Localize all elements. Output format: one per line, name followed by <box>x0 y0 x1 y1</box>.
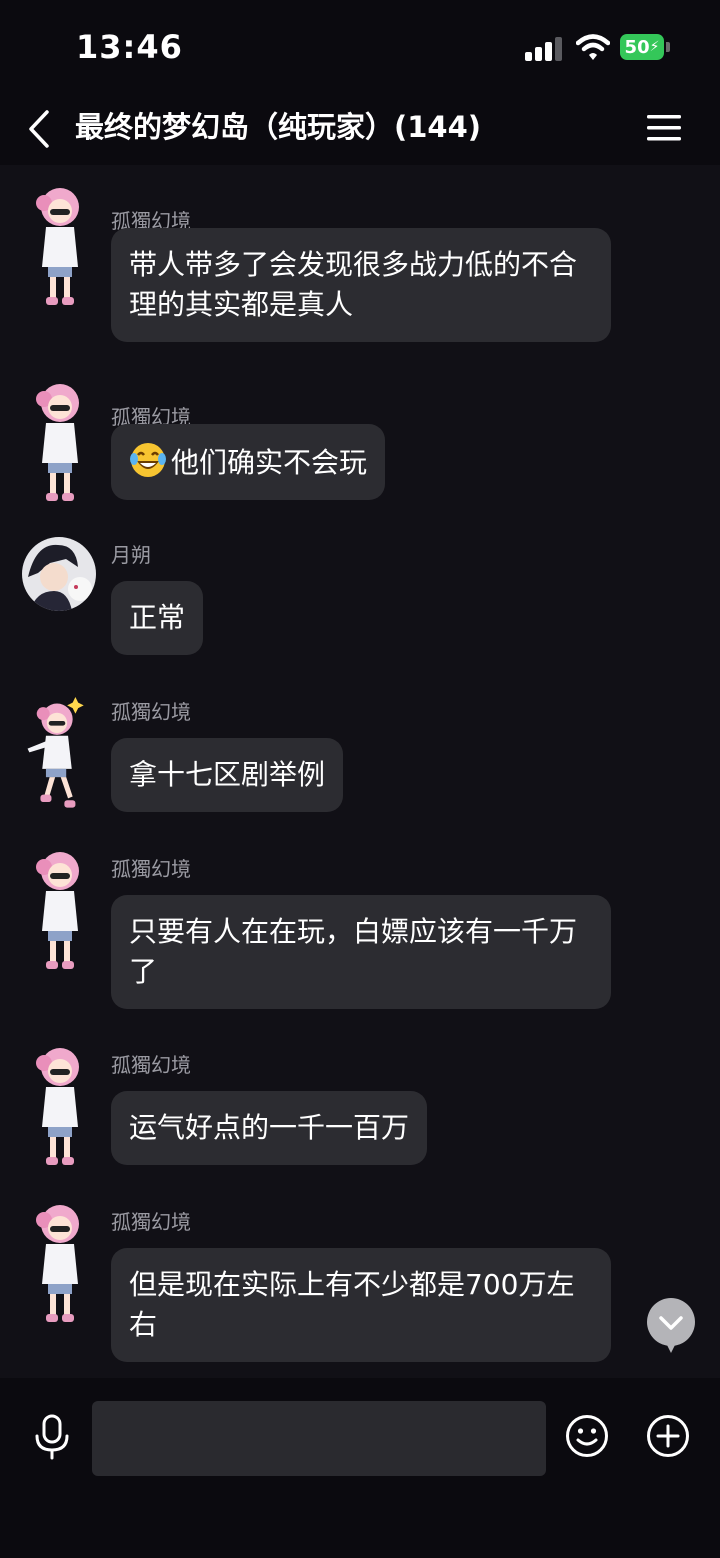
battery-icon: 50 ⚡ <box>620 34 670 60</box>
message-composer <box>0 1378 720 1558</box>
avatar[interactable] <box>22 185 98 313</box>
message-bubble[interactable]: 只要有人在在玩，白嫖应该有一千万了 <box>111 895 611 1009</box>
chat-title: 最终的梦幻岛（纯玩家）(144) <box>75 110 482 144</box>
message-text: 他们确实不会玩 <box>171 446 368 479</box>
message-bubble[interactable]: 拿十七区剧举例 <box>111 738 344 812</box>
avatar[interactable] <box>22 537 96 611</box>
back-chevron-icon[interactable] <box>26 109 52 149</box>
cellular-signal-icon <box>525 37 562 61</box>
message-bubble[interactable]: 带人带多了会发现很多战力低的不合理的其实都是真人 <box>111 228 611 342</box>
avatar[interactable] <box>22 692 92 820</box>
avatar[interactable] <box>22 1045 98 1173</box>
sender-name: 孤獨幻境 <box>111 857 191 881</box>
microphone-icon[interactable] <box>34 1414 70 1460</box>
emoji-smiley-icon[interactable] <box>565 1414 609 1458</box>
sender-name: 孤獨幻境 <box>111 1053 191 1077</box>
scroll-to-bottom-button[interactable] <box>646 1298 696 1354</box>
sender-name: 月朔 <box>111 543 151 567</box>
message-bubble[interactable]: 但是现在实际上有不少都是700万左右 <box>111 1248 611 1362</box>
laughing-crying-emoji-icon <box>130 443 166 477</box>
message-bubble[interactable]: 他们确实不会玩 <box>111 424 386 500</box>
chat-header: 最终的梦幻岛（纯玩家）(144) <box>0 95 720 165</box>
avatar[interactable] <box>22 1202 98 1330</box>
plus-icon[interactable] <box>646 1414 690 1458</box>
wifi-icon <box>576 34 610 60</box>
sender-name: 孤獨幻境 <box>111 700 191 724</box>
message-bubble[interactable]: 正常 <box>111 581 204 655</box>
message-input[interactable] <box>92 1401 546 1476</box>
sender-name: 孤獨幻境 <box>111 1210 191 1234</box>
avatar[interactable] <box>22 849 98 977</box>
message-bubble[interactable]: 运气好点的一千一百万 <box>111 1091 428 1165</box>
battery-level: 50 <box>624 36 650 58</box>
status-time: 13:46 <box>76 28 183 66</box>
menu-icon[interactable] <box>646 113 682 143</box>
avatar[interactable] <box>22 381 98 509</box>
status-bar: 13:46 50 ⚡ <box>0 0 720 95</box>
chat-message-list[interactable]: 孤獨幻境 带人带多了会发现很多战力低的不合理的其实都是真人 孤獨幻境 他们确实不… <box>0 165 720 1378</box>
